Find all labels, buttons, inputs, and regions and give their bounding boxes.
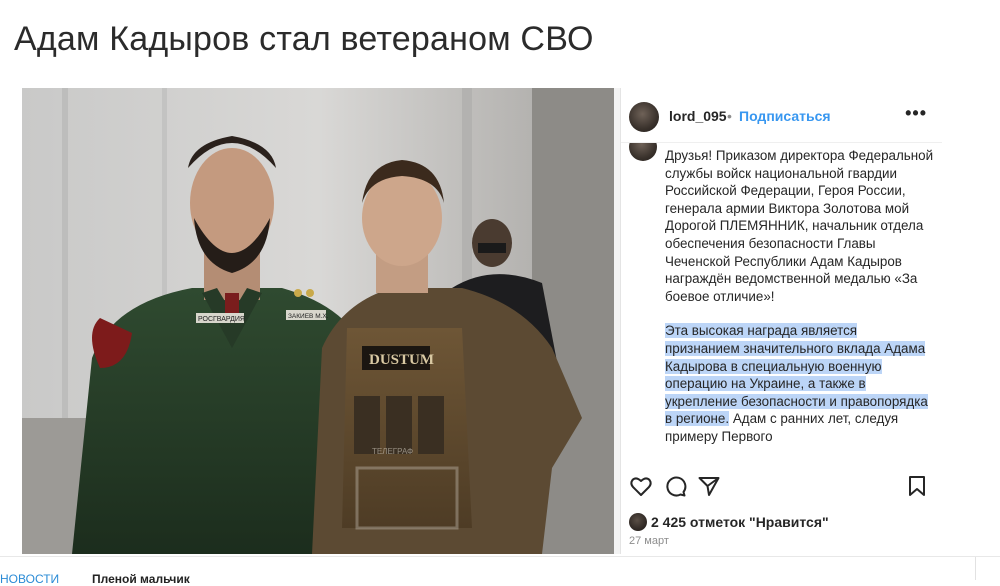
article-headline: Адам Кадыров стал ветераном СВО [14,20,594,58]
liker-avatar [629,513,647,531]
embedded-post-card: РОСГВАРДИЯ ЗАКИЕВ М.Х. DUSTUM ТЕЛЕГРАФ l… [22,88,942,554]
next-article-title[interactable]: Пленой мальчик [92,572,190,586]
instagram-post-panel: lord_095 • Подписаться ••• Друзья! Прика… [620,88,942,554]
separator-dot: • [727,108,732,124]
svg-text:DUSTUM: DUSTUM [369,352,434,368]
svg-text:ТЕЛЕГРАФ: ТЕЛЕГРАФ [372,447,413,456]
username-link[interactable]: lord_095 [669,108,727,124]
caption-avatar [629,143,657,161]
more-options-icon[interactable]: ••• [905,103,927,124]
follow-button[interactable]: Подписаться [739,108,831,124]
likes-count[interactable]: 2 425 отметок "Нравится" [629,513,829,531]
post-caption: Друзья! Приказом директора Федеральной с… [665,147,935,463]
svg-text:РОСГВАРДИЯ: РОСГВАРДИЯ [198,316,245,323]
likes-text: 2 425 отметок "Нравится" [651,514,829,530]
post-header: lord_095 • Подписаться ••• [621,88,942,143]
caption-paragraph: Друзья! Приказом директора Федеральной с… [665,148,934,304]
post-date: 27 март [629,535,669,547]
comment-icon[interactable] [663,474,689,500]
post-photo: РОСГВАРДИЯ ЗАКИЕВ М.Х. DUSTUM ТЕЛЕГРАФ [22,88,614,554]
svg-text:ЗАКИЕВ М.Х.: ЗАКИЕВ М.Х. [288,313,329,320]
photo-illustration: РОСГВАРДИЯ ЗАКИЕВ М.Х. DUSTUM ТЕЛЕГРАФ [22,88,614,554]
bottom-bar: НОВОСТИ Пленой мальчик [0,556,1000,586]
category-link[interactable]: НОВОСТИ [0,572,59,586]
caption-scroll-area[interactable]: Друзья! Приказом директора Федеральной с… [621,143,942,463]
divider [975,557,976,580]
share-icon[interactable] [697,474,723,500]
bookmark-icon[interactable] [905,474,931,500]
heart-icon[interactable] [629,474,655,500]
avatar[interactable] [629,102,659,132]
post-actions [621,474,942,504]
caption-paragraph-2: Эта высокая награда является признанием … [665,322,935,445]
